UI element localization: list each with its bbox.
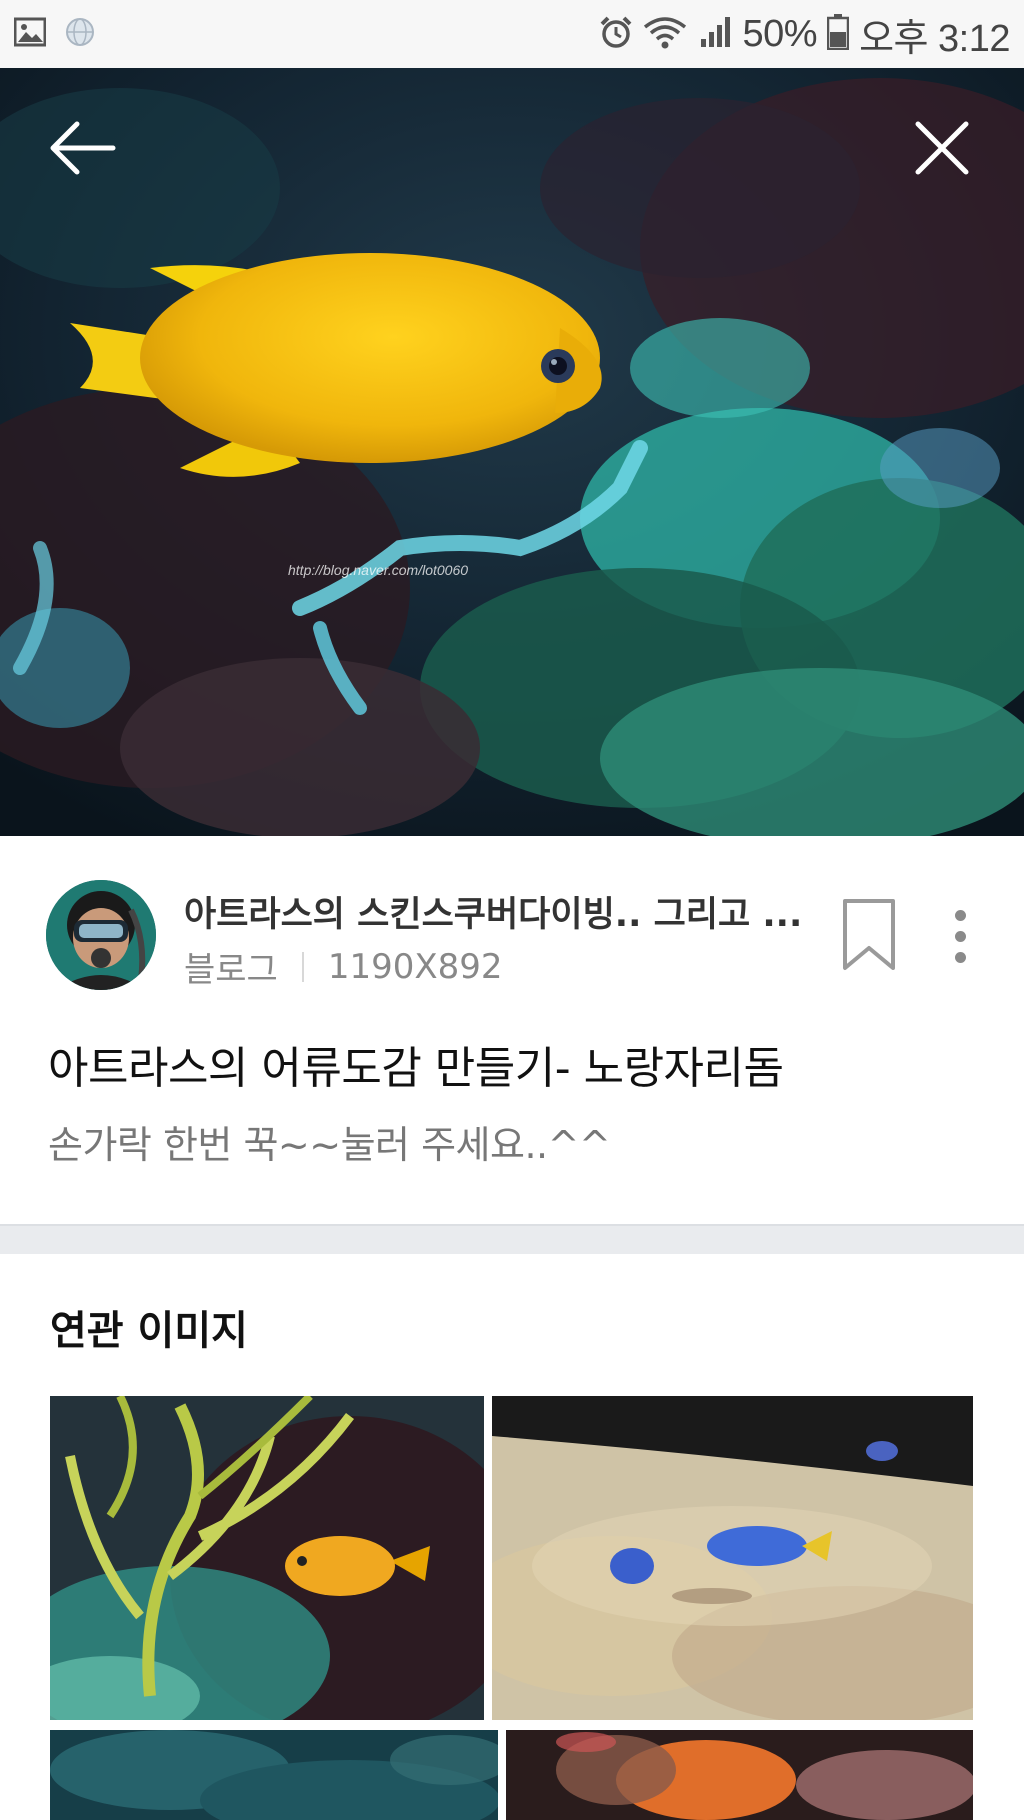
meta-divider	[301, 951, 304, 982]
status-bar: 50% 오후 3:12	[0, 0, 1024, 68]
related-images-heading: 연관 이미지	[50, 1308, 248, 1354]
post-description: 손가락 한번 꾹~~눌러 주세요..^^	[48, 1123, 611, 1167]
diver-avatar-image	[46, 880, 156, 990]
gallery-icon	[13, 17, 47, 51]
source-type: 블로그	[184, 950, 278, 990]
blue-fish-rock-thumbnail	[492, 1396, 973, 1720]
bookmark-icon	[843, 899, 895, 970]
more-dot	[954, 951, 966, 963]
globe-icon	[64, 16, 96, 52]
yellow-fish-coral-thumbnail	[50, 1396, 484, 1720]
wifi-icon	[643, 15, 687, 53]
alarm-icon	[599, 15, 633, 53]
avatar[interactable]	[46, 880, 156, 990]
signal-icon	[697, 15, 733, 53]
reef-thumbnail	[50, 1730, 498, 1820]
image-meta: 블로그 1190X892	[184, 942, 503, 991]
orange-coral-thumbnail	[506, 1730, 973, 1820]
close-icon	[915, 121, 969, 175]
more-dot	[954, 930, 966, 942]
source-title[interactable]: 아트라스의 스킨스쿠버다이빙.. 그리고 ...	[184, 886, 814, 937]
underwater-photo	[0, 68, 1024, 836]
close-button[interactable]	[902, 108, 982, 188]
more-dot	[954, 909, 966, 921]
main-image[interactable]: http://blog.naver.com/lot0060	[0, 68, 1024, 836]
bookmark-button[interactable]	[840, 896, 898, 976]
image-info-panel: 아트라스의 스킨스쿠버다이빙.. 그리고 ... 블로그 1190X892 아트…	[0, 836, 1024, 1224]
post-title[interactable]: 아트라스의 어류도감 만들기- 노랑자리돔	[48, 1032, 784, 1096]
arrow-left-icon	[50, 121, 116, 175]
clock: 오후 3:12	[859, 17, 1010, 60]
related-image-2[interactable]	[492, 1396, 973, 1720]
image-dimensions: 1190X892	[327, 946, 503, 987]
battery-percent: 50%	[742, 12, 818, 55]
back-button[interactable]	[42, 108, 122, 188]
related-image-4[interactable]	[506, 1730, 973, 1820]
related-image-1[interactable]	[50, 1396, 484, 1720]
related-image-3[interactable]	[50, 1730, 498, 1820]
image-watermark: http://blog.naver.com/lot0060	[288, 562, 469, 578]
more-options-button[interactable]	[940, 896, 980, 976]
battery-icon	[826, 14, 850, 54]
section-divider	[0, 1224, 1024, 1254]
